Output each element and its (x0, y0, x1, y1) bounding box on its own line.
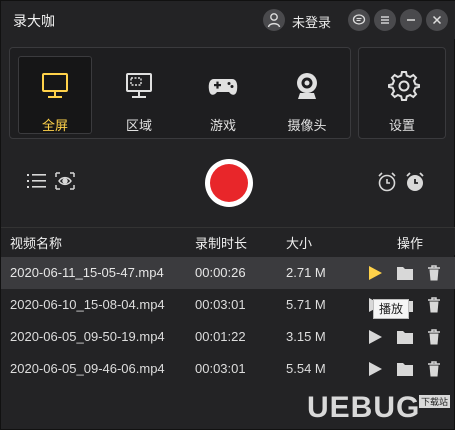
play-icon[interactable] (367, 361, 383, 377)
settings-button[interactable]: 设置 (358, 47, 446, 139)
minimize-icon[interactable] (400, 9, 422, 31)
scheduled-recording-icon[interactable] (404, 171, 426, 193)
play-icon[interactable] (367, 329, 383, 345)
file-duration: 00:03:01 (195, 361, 246, 376)
file-duration: 00:00:26 (195, 265, 246, 280)
folder-icon[interactable] (396, 329, 414, 345)
file-duration: 00:01:22 (195, 329, 246, 344)
watermark-logo: UEBUG 下载站 (301, 389, 453, 429)
table-row[interactable]: 2020-06-05_09-50-19.mp4 00:01:22 3.15 M (1, 321, 455, 353)
watermark-sub: 下载站 (419, 395, 451, 408)
feedback-icon[interactable] (348, 9, 370, 31)
timer-icon[interactable] (376, 171, 398, 193)
file-name: 2020-06-11_15-05-47.mp4 (10, 265, 164, 280)
record-dot-icon (210, 164, 248, 202)
mode-label: 游戏 (209, 118, 236, 133)
login-status[interactable]: 未登录 (292, 12, 331, 31)
preview-eye-icon[interactable] (55, 172, 75, 190)
delete-icon[interactable] (427, 329, 441, 345)
gear-icon (388, 71, 420, 101)
mode-webcam-button[interactable]: 摄像头 (270, 56, 344, 134)
user-avatar-icon[interactable] (263, 9, 285, 31)
mode-label: 摄像头 (287, 118, 327, 133)
delete-icon[interactable] (427, 265, 441, 281)
column-header-duration: 录制时长 (195, 236, 248, 251)
file-size: 5.54 M (286, 361, 326, 376)
watermark-text: UEBUG (307, 391, 421, 424)
app-window: 录大咖 未登录 全屏 区域 游戏 摄像头 设置 视频名称 录制时长 大小 操作 … (0, 0, 455, 430)
title-bar: 录大咖 未登录 (1, 1, 455, 39)
mode-label: 全屏 (41, 118, 68, 133)
list-view-icon[interactable] (27, 172, 47, 190)
delete-icon[interactable] (427, 297, 441, 313)
mode-region-button[interactable]: 区域 (102, 56, 176, 134)
table-row[interactable]: 2020-06-11_15-05-47.mp4 00:00:26 2.71 M (1, 257, 455, 289)
mode-fullscreen-button[interactable]: 全屏 (18, 56, 92, 134)
delete-icon[interactable] (427, 361, 441, 377)
play-icon[interactable] (367, 265, 383, 281)
file-name: 2020-06-05_09-46-06.mp4 (10, 361, 165, 376)
settings-label: 设置 (388, 118, 415, 133)
mode-panel: 全屏 区域 游戏 摄像头 (9, 47, 351, 139)
play-tooltip: 播放 (373, 299, 409, 319)
table-header: 视频名称 录制时长 大小 操作 (1, 227, 455, 255)
webcam-icon (297, 73, 317, 99)
mode-game-button[interactable]: 游戏 (186, 56, 260, 134)
file-size: 5.71 M (286, 297, 326, 312)
folder-icon[interactable] (396, 265, 414, 281)
column-header-size: 大小 (286, 236, 313, 251)
column-header-actions: 操作 (397, 236, 424, 251)
monitor-icon (42, 73, 68, 98)
table-row[interactable]: 2020-06-05_09-46-06.mp4 00:03:01 5.54 M (1, 353, 455, 385)
file-size: 3.15 M (286, 329, 326, 344)
folder-icon[interactable] (396, 361, 414, 377)
close-icon[interactable] (426, 9, 448, 31)
region-icon (126, 73, 152, 98)
file-name: 2020-06-05_09-50-19.mp4 (10, 329, 165, 344)
gamepad-icon (208, 79, 238, 95)
column-header-name: 视频名称 (10, 236, 63, 251)
mode-label: 区域 (125, 118, 152, 133)
file-duration: 00:03:01 (195, 297, 246, 312)
menu-icon[interactable] (374, 9, 396, 31)
file-name: 2020-06-10_15-08-04.mp4 (10, 297, 165, 312)
file-size: 2.71 M (286, 265, 326, 280)
app-title: 录大咖 (13, 13, 55, 29)
record-button[interactable] (205, 159, 253, 207)
